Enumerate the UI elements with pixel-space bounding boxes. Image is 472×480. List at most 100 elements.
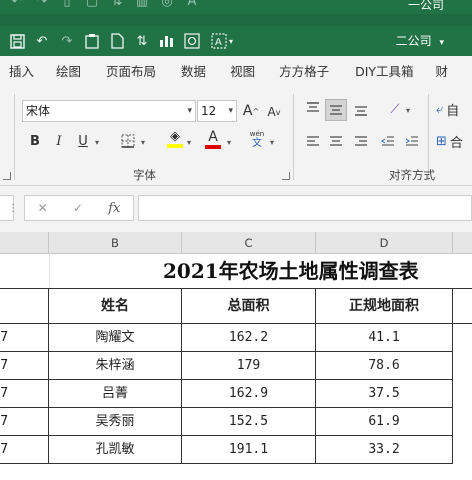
cell-name[interactable]: 吴秀丽 xyxy=(49,408,182,436)
phonetic-sub: 文 xyxy=(252,138,262,149)
redo-icon[interactable]: ↷ xyxy=(58,32,76,50)
phonetic-button[interactable]: wén 文 xyxy=(246,128,268,150)
chevron-down-icon[interactable]: ▾ xyxy=(187,138,191,147)
text-box-icon: A xyxy=(187,0,197,9)
column-header-d[interactable]: D xyxy=(316,232,453,254)
cell-regular[interactable]: 37.5 xyxy=(316,380,453,408)
new-file-icon[interactable] xyxy=(108,32,126,50)
company-label: 二公司 xyxy=(395,34,432,48)
cell-regular[interactable]: 61.9 xyxy=(316,408,453,436)
cancel-icon[interactable]: ✕ xyxy=(38,201,48,215)
cell-regular[interactable]: 33.2 xyxy=(316,436,453,464)
decrease-indent-button[interactable] xyxy=(377,130,399,152)
wrap-text-button[interactable]: ⤶ 自 xyxy=(436,98,472,120)
cell-total[interactable]: 179 xyxy=(182,352,316,380)
tab-page-layout[interactable]: 页面布局 xyxy=(91,56,166,88)
chevron-down-icon[interactable]: ▾ xyxy=(141,138,145,147)
text-box-icon[interactable]: A ▾ xyxy=(208,32,236,50)
header-cell-a[interactable] xyxy=(0,289,49,324)
redo-icon: ↷ xyxy=(36,0,48,9)
shrink-font-icon: A xyxy=(267,105,276,119)
cell-name[interactable]: 陶耀文 xyxy=(49,324,182,352)
align-center-button[interactable] xyxy=(325,130,347,152)
paint-bucket-icon: ◈ xyxy=(170,129,180,144)
tab-data[interactable]: 数据 xyxy=(166,56,216,88)
header-cell-name[interactable]: 姓名 xyxy=(49,289,182,324)
align-right-button[interactable] xyxy=(350,130,372,152)
italic-button[interactable]: I xyxy=(48,130,70,152)
chart-icon[interactable] xyxy=(158,32,176,50)
tab-insert[interactable]: 插入 xyxy=(0,56,44,88)
align-middle-button[interactable] xyxy=(325,99,347,121)
tab-fangfang[interactable]: 方方格子 xyxy=(265,56,339,88)
grow-font-button[interactable]: A ^ xyxy=(240,100,262,122)
preview-icon[interactable] xyxy=(183,32,201,50)
clipboard-dialog-launcher[interactable] xyxy=(3,172,11,180)
chevron-down-icon[interactable]: ▾ xyxy=(227,138,231,147)
align-bottom-icon xyxy=(355,106,367,116)
column-header-b[interactable]: B xyxy=(49,232,182,254)
cell-regular[interactable]: 41.1 xyxy=(316,324,453,352)
underline-button[interactable]: U xyxy=(72,130,94,152)
row-stub-cell[interactable]: 7 xyxy=(0,408,49,436)
save-icon[interactable] xyxy=(8,32,26,50)
align-left-button[interactable] xyxy=(302,130,324,152)
cell-name[interactable]: 朱梓涵 xyxy=(49,352,182,380)
fill-color-button[interactable]: ◈ xyxy=(164,128,186,150)
header-cell-regular[interactable]: 正规地面积 xyxy=(316,289,453,324)
formula-bar-area: ⋮ ✕ ✓ fx xyxy=(0,186,472,232)
underline-icon: U xyxy=(78,133,88,149)
font-color-button[interactable]: A xyxy=(202,128,224,150)
sheet-title[interactable]: 2021年农场土地属性调查表 xyxy=(0,254,472,288)
row-stub-cell[interactable]: 7 xyxy=(0,436,49,464)
column-header-a[interactable] xyxy=(0,232,49,254)
confirm-icon[interactable]: ✓ xyxy=(73,201,83,215)
bold-button[interactable]: B xyxy=(24,130,46,152)
increase-indent-button[interactable] xyxy=(401,130,423,152)
header-cell-total[interactable]: 总面积 xyxy=(182,289,316,324)
border-button[interactable] xyxy=(117,130,139,152)
tab-finance[interactable]: 财 xyxy=(424,56,459,88)
align-bottom-button[interactable] xyxy=(350,99,372,121)
cell-total[interactable]: 162.9 xyxy=(182,380,316,408)
row-stub-text: 7 xyxy=(0,442,9,457)
tab-view[interactable]: 视图 xyxy=(216,56,265,88)
font-size-combo[interactable]: 12 ▾ xyxy=(197,100,237,122)
italic-icon: I xyxy=(56,133,62,149)
orientation-button[interactable]: ⟋ xyxy=(384,98,406,120)
row-stub-cell[interactable]: 7 xyxy=(0,380,49,408)
title-bar-gap xyxy=(0,14,472,26)
clipboard-icon[interactable] xyxy=(83,32,101,50)
font-name-combo[interactable]: 宋体 ▾ xyxy=(22,100,196,122)
grip-icon[interactable]: ⋮ xyxy=(8,203,18,214)
shrink-font-button[interactable]: Av xyxy=(263,101,285,123)
chevron-down-icon[interactable]: ▾ xyxy=(270,138,274,147)
insert-function-button[interactable]: fx xyxy=(108,201,120,216)
row-stub-cell[interactable]: 7 xyxy=(0,352,49,380)
row-stub-cell[interactable]: 7 xyxy=(0,324,49,352)
preview-icon: ◎ xyxy=(161,0,173,9)
font-dialog-launcher[interactable] xyxy=(282,172,290,180)
header-cell-e[interactable] xyxy=(453,289,472,324)
chevron-down-icon[interactable]: ▾ xyxy=(95,138,99,147)
worksheet[interactable]: 2021年农场土地属性调查表 姓名 总面积 正规地面积 7 陶耀文 162.2 … xyxy=(0,254,472,480)
cell-total[interactable]: 191.1 xyxy=(182,436,316,464)
undo-icon[interactable]: ↶ xyxy=(33,32,51,50)
tab-diy-toolbox[interactable]: DIY工具箱 xyxy=(339,56,423,88)
formula-input[interactable] xyxy=(138,195,472,221)
column-header-e[interactable] xyxy=(453,232,472,254)
cell-total[interactable]: 162.2 xyxy=(182,324,316,352)
column-header-c[interactable]: C xyxy=(182,232,316,254)
chevron-down-icon[interactable]: ▾ xyxy=(406,106,410,115)
cell-name[interactable]: 吕菁 xyxy=(49,380,182,408)
align-top-button[interactable] xyxy=(302,97,324,119)
cell-total[interactable]: 152.5 xyxy=(182,408,316,436)
company-selector[interactable]: 二公司 ▾ xyxy=(396,32,444,49)
merge-center-button[interactable]: ⊞ 合 xyxy=(436,130,472,152)
cell-name[interactable]: 孔凯敏 xyxy=(49,436,182,464)
merge-label: 合 xyxy=(449,135,463,151)
cell-regular[interactable]: 78.6 xyxy=(316,352,453,380)
sort-icon: ⇅ xyxy=(111,0,123,9)
tab-draw[interactable]: 绘图 xyxy=(44,56,91,88)
sort-icon[interactable]: ⇅ xyxy=(133,32,151,50)
